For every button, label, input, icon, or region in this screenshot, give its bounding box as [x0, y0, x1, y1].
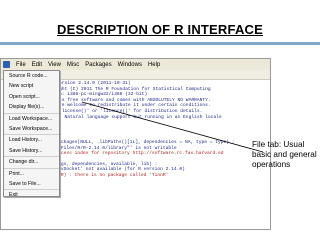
file-menu-display-files[interactable]: Display file(s)... — [4, 102, 59, 114]
file-menu-load-workspace[interactable]: Load Workspace... — [4, 114, 59, 124]
menu-edit[interactable]: Edit — [29, 62, 45, 68]
file-menu-save-history[interactable]: Save History... — [4, 146, 59, 158]
menu-view[interactable]: View — [45, 62, 64, 68]
file-menu-dropdown: Source R code... New script Open script.… — [3, 70, 60, 200]
file-menu-print[interactable]: Print... — [4, 169, 59, 179]
menu-windows[interactable]: Windows — [115, 62, 145, 68]
menu-packages[interactable]: Packages — [82, 62, 114, 68]
title-divider — [0, 42, 320, 45]
file-menu-open-script[interactable]: Open script... — [4, 92, 59, 102]
callout-text: File tab: Usual basic and general operat… — [252, 140, 317, 169]
file-menu-exit[interactable]: Exit — [4, 190, 59, 200]
file-menu-save-workspace[interactable]: Save Workspace... — [4, 124, 59, 136]
file-menu-save-to-file[interactable]: Save to File... — [4, 179, 59, 191]
menu-misc[interactable]: Misc — [64, 62, 82, 68]
file-menu-change-dir[interactable]: Change dir... — [4, 157, 59, 169]
r-gui-screenshot: File Edit View Misc Packages Windows Hel… — [0, 58, 271, 230]
menu-file[interactable]: File — [13, 62, 29, 68]
r-app-icon — [3, 61, 10, 68]
menu-help[interactable]: Help — [145, 62, 163, 68]
file-menu-new-script[interactable]: New script — [4, 81, 59, 91]
slide-title: DESCRIPTION OF R INTERFACE — [57, 22, 263, 37]
file-menu-source[interactable]: Source R code... — [4, 71, 59, 81]
file-menu-load-history[interactable]: Load History... — [4, 135, 59, 145]
